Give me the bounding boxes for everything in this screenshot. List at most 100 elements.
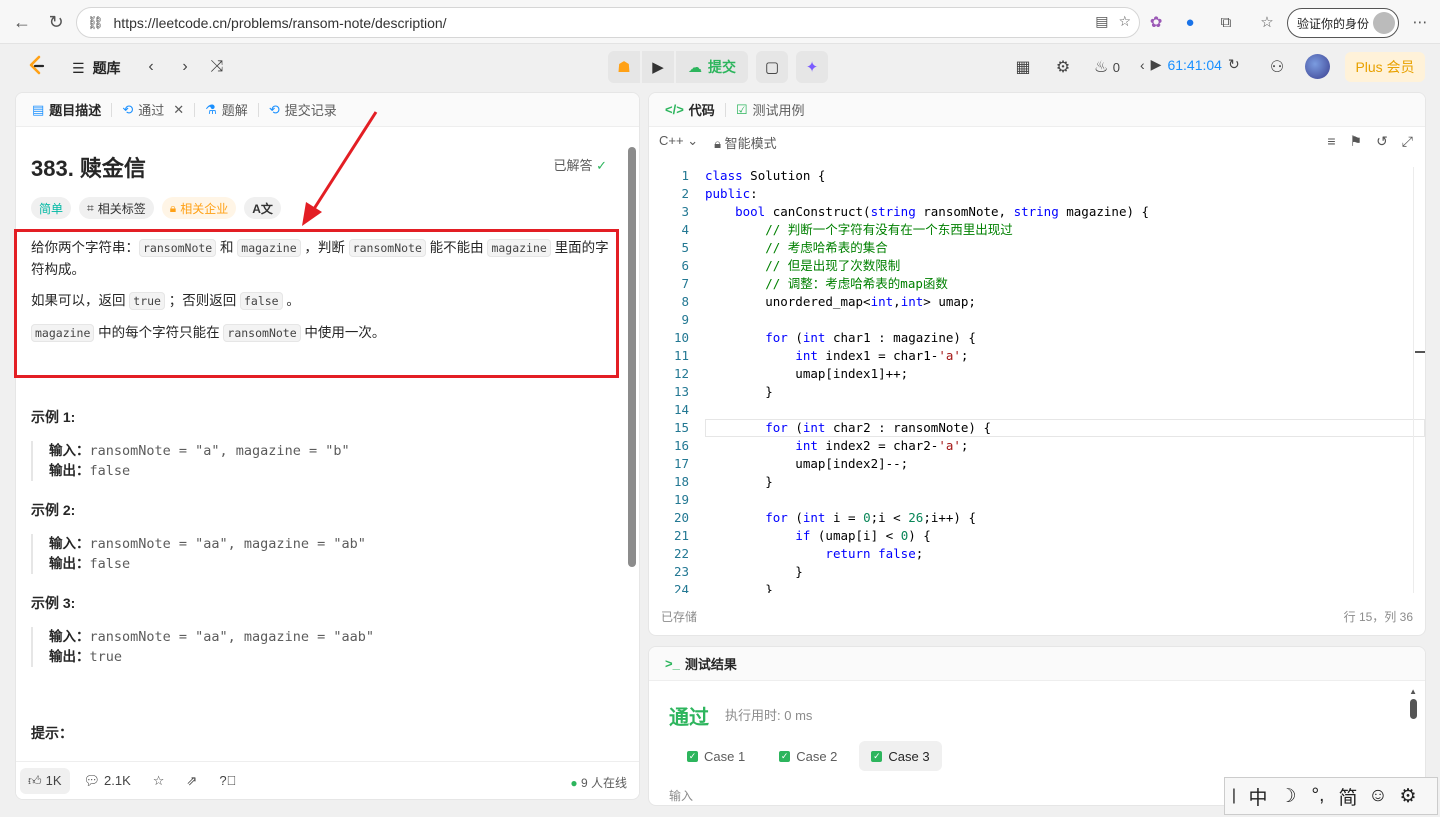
shuffle-icon[interactable]: ⤨ — [206, 56, 228, 78]
code-line[interactable]: 15 for (int char2 : ransomNote) { — [649, 419, 1425, 437]
notes-icon[interactable]: ▢ — [756, 51, 788, 83]
extension-blue-icon[interactable]: ● — [1180, 12, 1200, 32]
tab-description[interactable]: ▤ 题目描述 — [26, 100, 107, 119]
tab-code[interactable]: </> 代码 — [659, 100, 721, 119]
code-line[interactable]: 5 // 考虑哈希表的集合 — [649, 239, 1425, 257]
code-line[interactable]: 13 } — [649, 383, 1425, 401]
debug-icon[interactable]: ☗ — [608, 51, 640, 83]
more-menu-icon[interactable]: ⋯ — [1410, 12, 1430, 32]
scrollbar-thumb[interactable] — [1410, 699, 1417, 719]
ime-emoji-icon[interactable]: ☺ — [1363, 785, 1393, 807]
ime-punctuation-icon[interactable]: °, — [1303, 785, 1333, 807]
related-companies-tag[interactable]: 🔒︎ 相关企业 — [161, 197, 237, 219]
tab-testcase[interactable]: ☑ 测试用例 — [730, 100, 811, 119]
fullscreen-icon[interactable]: ⤢ — [1402, 133, 1413, 150]
scroll-up-icon[interactable]: ▲ — [1409, 687, 1417, 696]
editor-scroll-track[interactable] — [1413, 167, 1414, 593]
timer[interactable]: ‹ ▶ 61:41:04 ↻ — [1140, 56, 1240, 73]
code-line[interactable]: 18 } — [649, 473, 1425, 491]
tab-solutions[interactable]: ⚗ 题解 — [199, 100, 254, 119]
code-line[interactable]: 24 } — [649, 581, 1425, 593]
ime-chinese-mode[interactable]: 中 — [1243, 783, 1273, 810]
text: ，判断 — [300, 240, 349, 255]
share-icon[interactable]: ⇗ — [178, 768, 205, 794]
case-tab-2[interactable]: ✓ Case 2 — [767, 741, 849, 771]
reset-timer-icon[interactable]: ↻ — [1228, 56, 1240, 73]
code-line[interactable]: 12 umap[index1]++; — [649, 365, 1425, 383]
code-text: class Solution { — [705, 168, 826, 183]
streak-counter[interactable]: ♨ 0 — [1090, 56, 1124, 78]
run-button[interactable]: ▶ — [642, 51, 674, 83]
related-topics-tag[interactable]: ⌗ 相关标签 — [79, 197, 154, 219]
mode-toggle[interactable]: 🔒︎ 智能模式 — [714, 133, 777, 152]
code-line[interactable]: 4 // 判断一个字符有没有在一个东西里出现过 — [649, 221, 1425, 239]
url-text[interactable]: https://leetcode.cn/problems/ransom-note… — [114, 15, 447, 31]
code-line[interactable]: 14 — [649, 401, 1425, 419]
back-icon[interactable]: ← — [6, 6, 38, 38]
code-line[interactable]: 3 bool canConstruct(string ransomNote, s… — [649, 203, 1425, 221]
code-line[interactable]: 6 // 但是出现了次数限制 — [649, 257, 1425, 275]
address-bar[interactable]: ⛓ https://leetcode.cn/problems/ransom-no… — [76, 7, 1140, 38]
code-line[interactable]: 7 // 调整：考虑哈希表的map函数 — [649, 275, 1425, 293]
star-icon[interactable]: ☆ — [145, 768, 173, 794]
tab-submissions[interactable]: ⟲ 提交记录 — [263, 100, 343, 119]
translate-icon[interactable]: A文 — [244, 197, 281, 219]
bookmark-icon[interactable]: ⚑ — [1350, 133, 1363, 150]
code-line[interactable]: 16 int index2 = char2-'a'; — [649, 437, 1425, 455]
code-line[interactable]: 10 for (int char1 : magazine) { — [649, 329, 1425, 347]
reset-code-icon[interactable]: ↺ — [1376, 133, 1388, 150]
ime-grip-icon[interactable]: | — [1225, 787, 1243, 805]
collapse-timer-icon[interactable]: ‹ — [1140, 57, 1145, 73]
example-output: false — [89, 463, 131, 479]
code-line[interactable]: 20 for (int i = 0;i < 26;i++) { — [649, 509, 1425, 527]
reader-mode-icon[interactable]: ▤ — [1095, 13, 1108, 30]
text: 。 — [282, 293, 300, 308]
plus-member-button[interactable]: Plus 会员 — [1345, 52, 1425, 82]
next-problem-icon[interactable]: › — [174, 56, 196, 78]
verify-identity-button[interactable]: 验证你的身份 — [1287, 8, 1399, 38]
play-timer-icon[interactable]: ▶ — [1151, 56, 1162, 73]
comments-button[interactable]: 💬︎ 2.1K — [76, 768, 139, 794]
format-icon[interactable]: ≡ — [1327, 133, 1335, 150]
ime-simplified-mode[interactable]: 简 — [1333, 783, 1363, 810]
site-info-icon[interactable]: ⛓ — [87, 15, 104, 31]
add-friend-icon[interactable]: ⚇ — [1266, 56, 1288, 78]
code-editor[interactable]: 1 class Solution {2 public: 3 bool canConst… — [649, 167, 1425, 593]
tab-passed[interactable]: ⟲ 通过 ✕ — [116, 100, 190, 119]
extension-brain-icon[interactable]: ✿ — [1146, 12, 1166, 32]
code-line[interactable]: 22 return false; — [649, 545, 1425, 563]
settings-icon[interactable]: ⚙ — [1052, 56, 1074, 78]
close-icon[interactable]: ✕ — [173, 102, 184, 118]
code-line[interactable]: 2 public: — [649, 185, 1425, 203]
code-line[interactable]: 17 umap[index2]--; — [649, 455, 1425, 473]
code-line[interactable]: 8 unordered_map<int,int> umap; — [649, 293, 1425, 311]
help-icon[interactable]: ?⃝ — [211, 768, 244, 794]
code-line[interactable]: 11 int index1 = char1-'a'; — [649, 347, 1425, 365]
problem-list-nav[interactable]: ☰ 题库 — [72, 58, 121, 78]
prev-problem-icon[interactable]: ‹ — [140, 56, 162, 78]
code-line[interactable]: 9 — [649, 311, 1425, 329]
code-line[interactable]: 1 class Solution { — [649, 167, 1425, 185]
reload-icon[interactable]: ↻ — [40, 6, 72, 38]
fire-icon: ♨ — [1093, 59, 1109, 76]
difficulty-badge[interactable]: 简单 — [31, 197, 72, 219]
layout-grid-icon[interactable]: ▦ — [1012, 56, 1034, 78]
language-select[interactable]: C++ ⌄ — [659, 133, 698, 152]
tab-test-result[interactable]: >_ 测试结果 — [659, 654, 743, 673]
submit-button[interactable]: ☁ 提交 — [676, 51, 748, 83]
code-line[interactable]: 21 if (umap[i] < 0) { — [649, 527, 1425, 545]
ime-moon-icon[interactable]: ☽ — [1273, 785, 1303, 808]
case-tab-1[interactable]: ✓ Case 1 — [675, 741, 757, 771]
scrollbar-thumb[interactable] — [628, 147, 636, 567]
ime-settings-icon[interactable]: ⚙ — [1393, 785, 1423, 808]
leetcode-logo-icon[interactable] — [26, 55, 48, 77]
favorite-star-icon[interactable]: ☆ — [1118, 13, 1131, 30]
ai-sparkle-icon[interactable]: ✦ — [796, 51, 828, 83]
case-tab-3[interactable]: ✓ Case 3 — [859, 741, 942, 771]
user-avatar[interactable] — [1305, 54, 1330, 79]
like-button[interactable]: 👍︎ 1K — [20, 767, 70, 794]
favorites-icon[interactable]: ☆ — [1257, 12, 1277, 32]
code-line[interactable]: 19 — [649, 491, 1425, 509]
extensions-puzzle-icon[interactable]: ⧉ — [1216, 12, 1236, 32]
code-line[interactable]: 23 } — [649, 563, 1425, 581]
